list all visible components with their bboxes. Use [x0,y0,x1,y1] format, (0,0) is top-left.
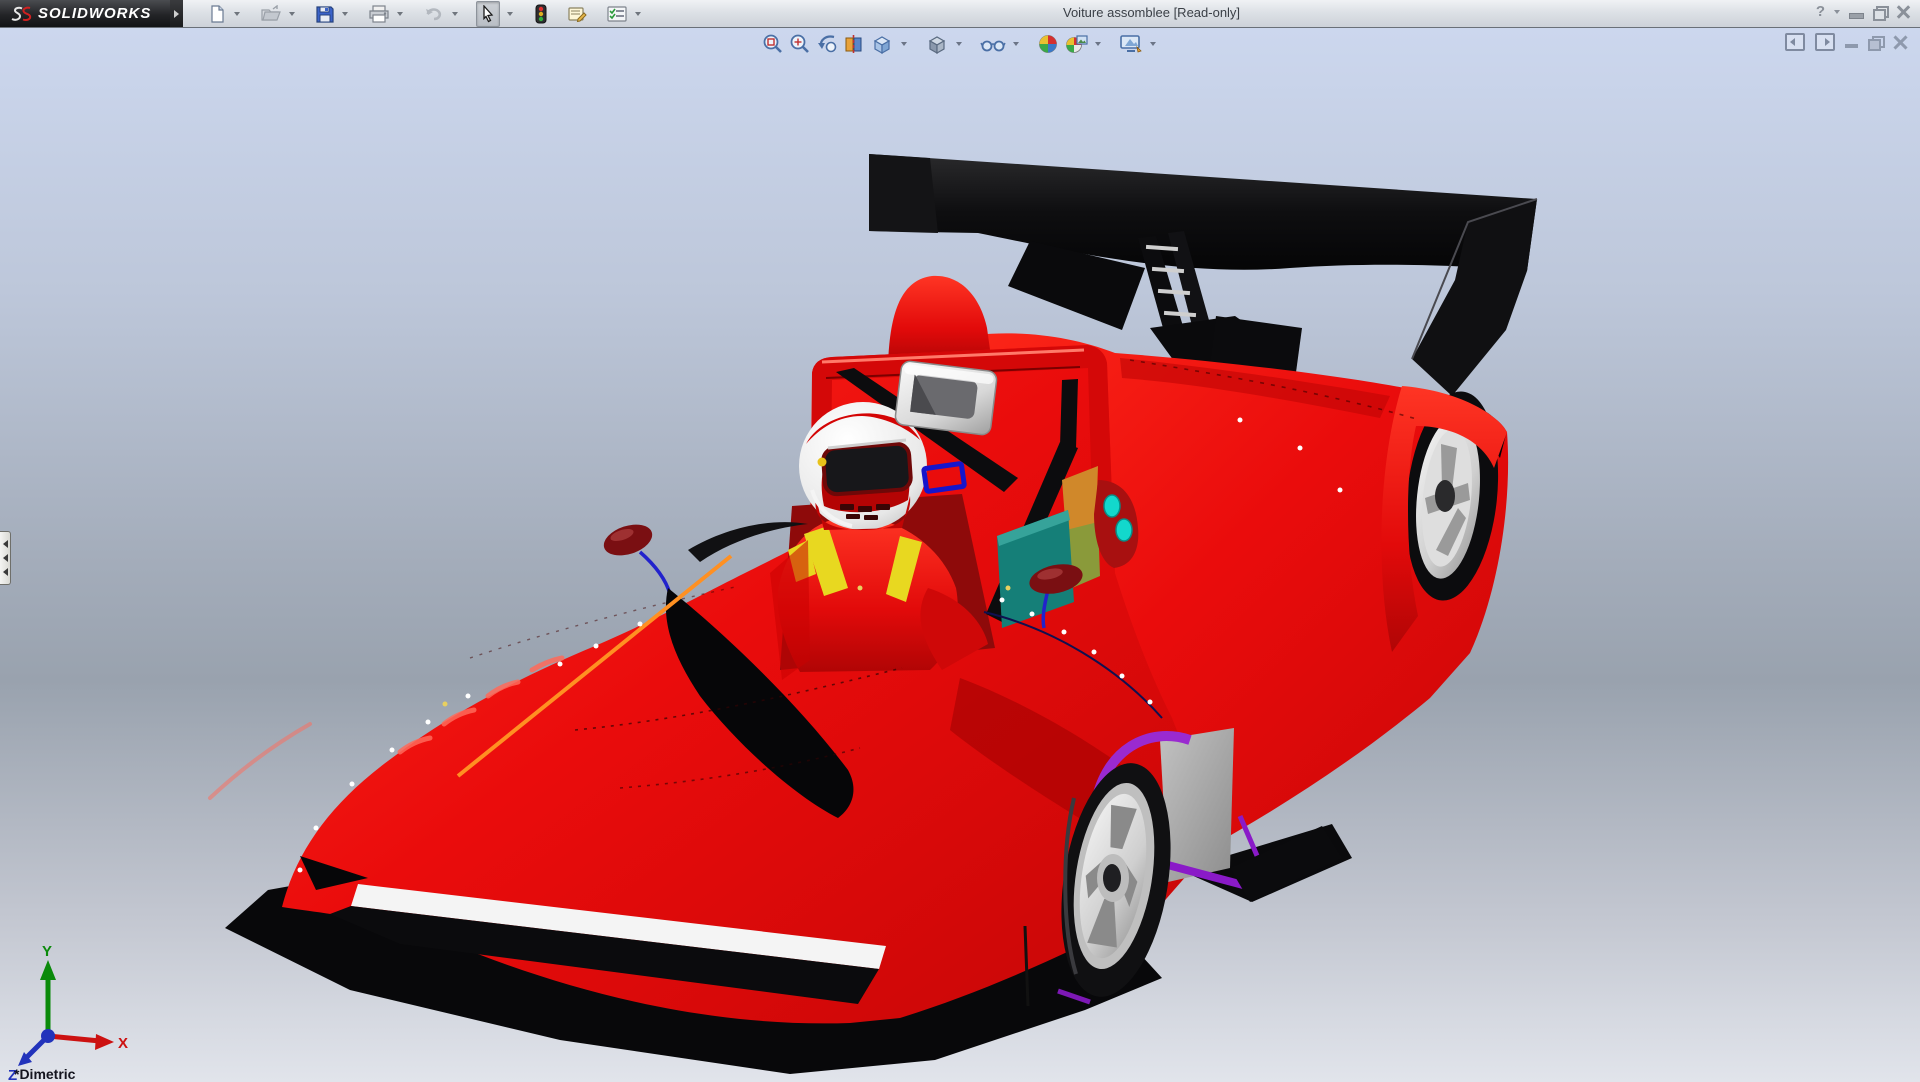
collapse-right-pane-button[interactable] [1815,33,1835,51]
hide-show-items-button[interactable] [979,32,1007,56]
cyan-light-2 [1116,519,1132,541]
zoom-to-fit-icon [762,33,784,55]
file-properties-button[interactable] [564,1,590,27]
rocker-panel-gray[interactable] [1160,728,1234,882]
mirror-left[interactable] [600,519,670,594]
solidworks-logo: SOLIDWORKS [0,0,170,27]
display-style-button[interactable] [924,32,950,56]
options-dropdown[interactable] [635,12,641,16]
select-cursor-icon [479,5,497,23]
document-minimize-button[interactable] [1845,44,1858,48]
apply-scene-icon [1064,33,1088,55]
save-icon [316,5,334,23]
restore-button[interactable] [1873,6,1887,18]
view-settings-icon [1119,33,1143,55]
document-close-button[interactable] [1893,35,1908,49]
document-title: Voiture assomblee [Read-only] [1063,5,1240,20]
print-icon [369,5,389,23]
file-properties-icon [567,5,587,23]
apply-scene-button[interactable] [1063,32,1089,56]
window-controls: ? [1816,3,1910,20]
logo-text: SOLIDWORKS [38,5,151,22]
rebuild-button[interactable] [532,1,550,27]
solidworks-window: { "app": { "logo_text": "SOLIDWORKS", "t… [0,0,1920,1080]
axis-y-label: Y [42,943,52,960]
zoom-to-fit-button[interactable] [761,32,785,56]
cyan-light-1 [1104,495,1120,517]
print-button[interactable] [366,1,392,27]
graphics-area[interactable]: Y X Z *Dimetric [0,27,1920,1081]
new-document-dropdown[interactable] [234,12,240,16]
previous-view-icon [816,33,838,55]
reference-triad: Y X Z [8,943,128,1081]
options-button[interactable] [604,1,630,27]
open-document-button[interactable] [258,1,284,27]
helmet-visor [823,443,912,495]
select-tool-dropdown [507,12,513,16]
select-tool-button[interactable] [476,1,500,27]
minimize-button[interactable] [1849,13,1864,19]
help-button[interactable]: ? [1816,3,1825,20]
section-view-button[interactable] [842,32,866,56]
zoom-to-area-button[interactable] [788,32,812,56]
appearance-ball-icon [1037,33,1059,55]
menu-flyout-arrow[interactable] [170,0,183,27]
document-restore-button[interactable] [1868,36,1883,49]
new-document-icon [208,5,226,23]
view-orientation-dropdown[interactable] [901,42,907,46]
collapse-left-pane-button[interactable] [1785,33,1805,51]
open-document-icon [261,5,281,23]
view-orientation-button[interactable] [869,32,895,56]
featuremanager-collapsed-tab[interactable] [0,531,11,585]
rebuild-traffic-light-icon [535,4,547,24]
display-style-dropdown[interactable] [956,42,962,46]
model-voiture-assemblee[interactable]: Y X Z [0,28,1920,1081]
display-style-icon [925,33,949,55]
options-list-icon [607,5,627,23]
wing-endplate-left[interactable] [869,154,938,233]
apply-scene-dropdown[interactable] [1095,42,1101,46]
view-settings-button[interactable] [1118,32,1144,56]
undo-button[interactable] [421,1,447,27]
title-bar: SOLIDWORKS [0,0,1920,28]
close-button[interactable] [1896,5,1910,18]
zoom-to-area-icon [789,33,811,55]
section-view-icon [843,33,865,55]
hide-show-items-dropdown[interactable] [1013,42,1019,46]
previous-view-button[interactable] [815,32,839,56]
standard-toolbar [205,1,645,27]
new-document-button[interactable] [205,1,229,27]
save-button[interactable] [313,1,337,27]
edit-appearance-button[interactable] [1036,32,1060,56]
print-dropdown[interactable] [397,12,403,16]
solidworks-logo-icon [10,6,32,22]
open-document-dropdown[interactable] [289,12,295,16]
heads-up-view-toolbar [761,32,1159,56]
help-dropdown[interactable] [1834,10,1840,14]
document-window-controls [1785,33,1908,51]
undo-dropdown[interactable] [452,12,458,16]
save-dropdown[interactable] [342,12,348,16]
select-tool-dropdown-box[interactable] [502,1,518,27]
eyeglasses-icon [980,33,1006,55]
view-orientation-icon [870,33,894,55]
air-intake-box[interactable] [894,360,997,435]
axis-x-label: X [118,1035,128,1052]
view-settings-dropdown[interactable] [1150,42,1156,46]
undo-icon [424,5,444,23]
